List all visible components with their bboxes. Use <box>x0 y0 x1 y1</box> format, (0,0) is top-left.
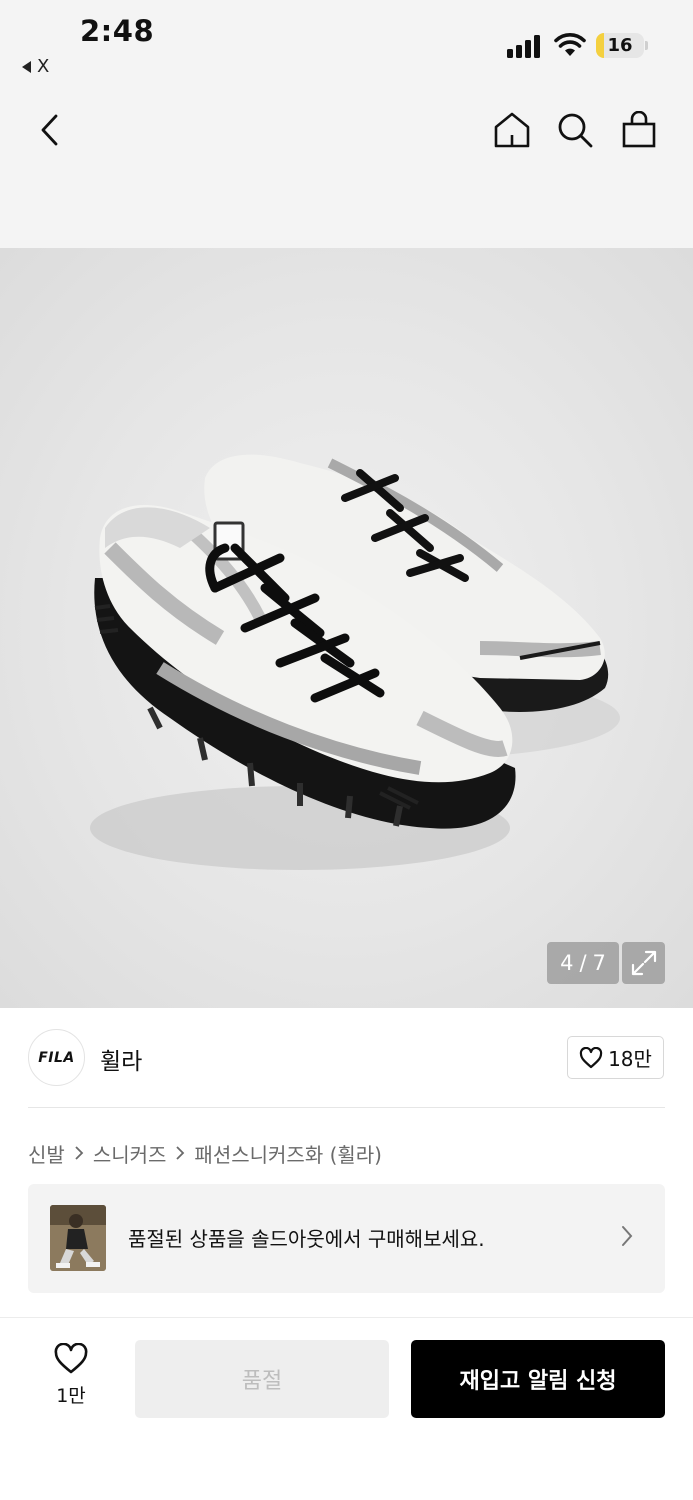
brand-like-count: 18만 <box>608 1047 652 1071</box>
image-counter: 4 / 7 <box>547 942 619 984</box>
expand-image-button[interactable] <box>622 942 665 984</box>
back-app-label: X <box>37 56 50 77</box>
status-time: 2:48 <box>80 14 155 48</box>
breadcrumb-item-shoes[interactable]: 신발 <box>28 1139 65 1168</box>
wishlist-button[interactable]: 1만 <box>40 1343 102 1413</box>
bottom-action-bar: 1만 품절 재입고 알림 신청 <box>0 1317 693 1500</box>
divider <box>28 1107 665 1108</box>
soldout-button[interactable]: 품절 <box>135 1340 389 1418</box>
heart-icon <box>579 1046 603 1068</box>
breadcrumb-item-sneakers[interactable]: 스니커즈 <box>93 1139 167 1168</box>
chevron-right-icon <box>74 1145 84 1161</box>
heart-icon <box>54 1343 88 1374</box>
wishlist-count: 1만 <box>56 1385 86 1407</box>
banner-text: 품절된 상품을 솔드아웃에서 구매해보세요. <box>128 1227 485 1251</box>
search-button[interactable] <box>551 106 599 154</box>
back-button[interactable] <box>26 106 74 154</box>
brand-logo[interactable]: FILA <box>28 1029 85 1086</box>
cellular-signal-icon <box>507 34 543 58</box>
brand-logo-text: FILA <box>38 1049 75 1066</box>
shopping-bag-icon <box>622 111 656 148</box>
soldout-banner[interactable]: 품절된 상품을 솔드아웃에서 구매해보세요. <box>28 1184 665 1293</box>
back-triangle-icon <box>22 60 31 73</box>
home-icon <box>494 112 530 148</box>
breadcrumb: 신발 스니커즈 패션스니커즈화 (휠라) <box>28 1138 382 1168</box>
breadcrumb-item-fashion-sneakers[interactable]: 패션스니커즈화 (휠라) <box>194 1139 382 1168</box>
search-icon <box>558 113 593 148</box>
top-navigation <box>0 90 693 248</box>
banner-thumbnail <box>50 1205 106 1271</box>
status-bar: 2:48 X 16 <box>0 0 693 90</box>
back-to-app-link[interactable]: X <box>22 56 49 77</box>
home-button[interactable] <box>488 106 536 154</box>
image-current: 4 <box>560 951 574 975</box>
restock-alert-button[interactable]: 재입고 알림 신청 <box>411 1340 665 1418</box>
product-image[interactable] <box>0 248 693 1008</box>
battery-indicator: 16 <box>596 33 644 58</box>
battery-cap <box>645 41 648 50</box>
brand-like-button[interactable]: 18만 <box>567 1036 664 1079</box>
brand-name[interactable]: 휠라 <box>100 1042 142 1076</box>
image-total: 7 <box>592 951 606 975</box>
brand-row: FILA 휠라 18만 <box>28 1029 665 1087</box>
expand-icon <box>631 950 656 976</box>
chevron-left-icon <box>41 114 58 146</box>
battery-level: 16 <box>607 35 633 56</box>
cart-button[interactable] <box>615 106 663 154</box>
wifi-icon <box>554 33 586 56</box>
image-separator: / <box>579 951 587 975</box>
chevron-right-icon <box>175 1145 185 1161</box>
chevron-right-icon <box>622 1226 633 1246</box>
sneaker-image <box>90 454 620 870</box>
